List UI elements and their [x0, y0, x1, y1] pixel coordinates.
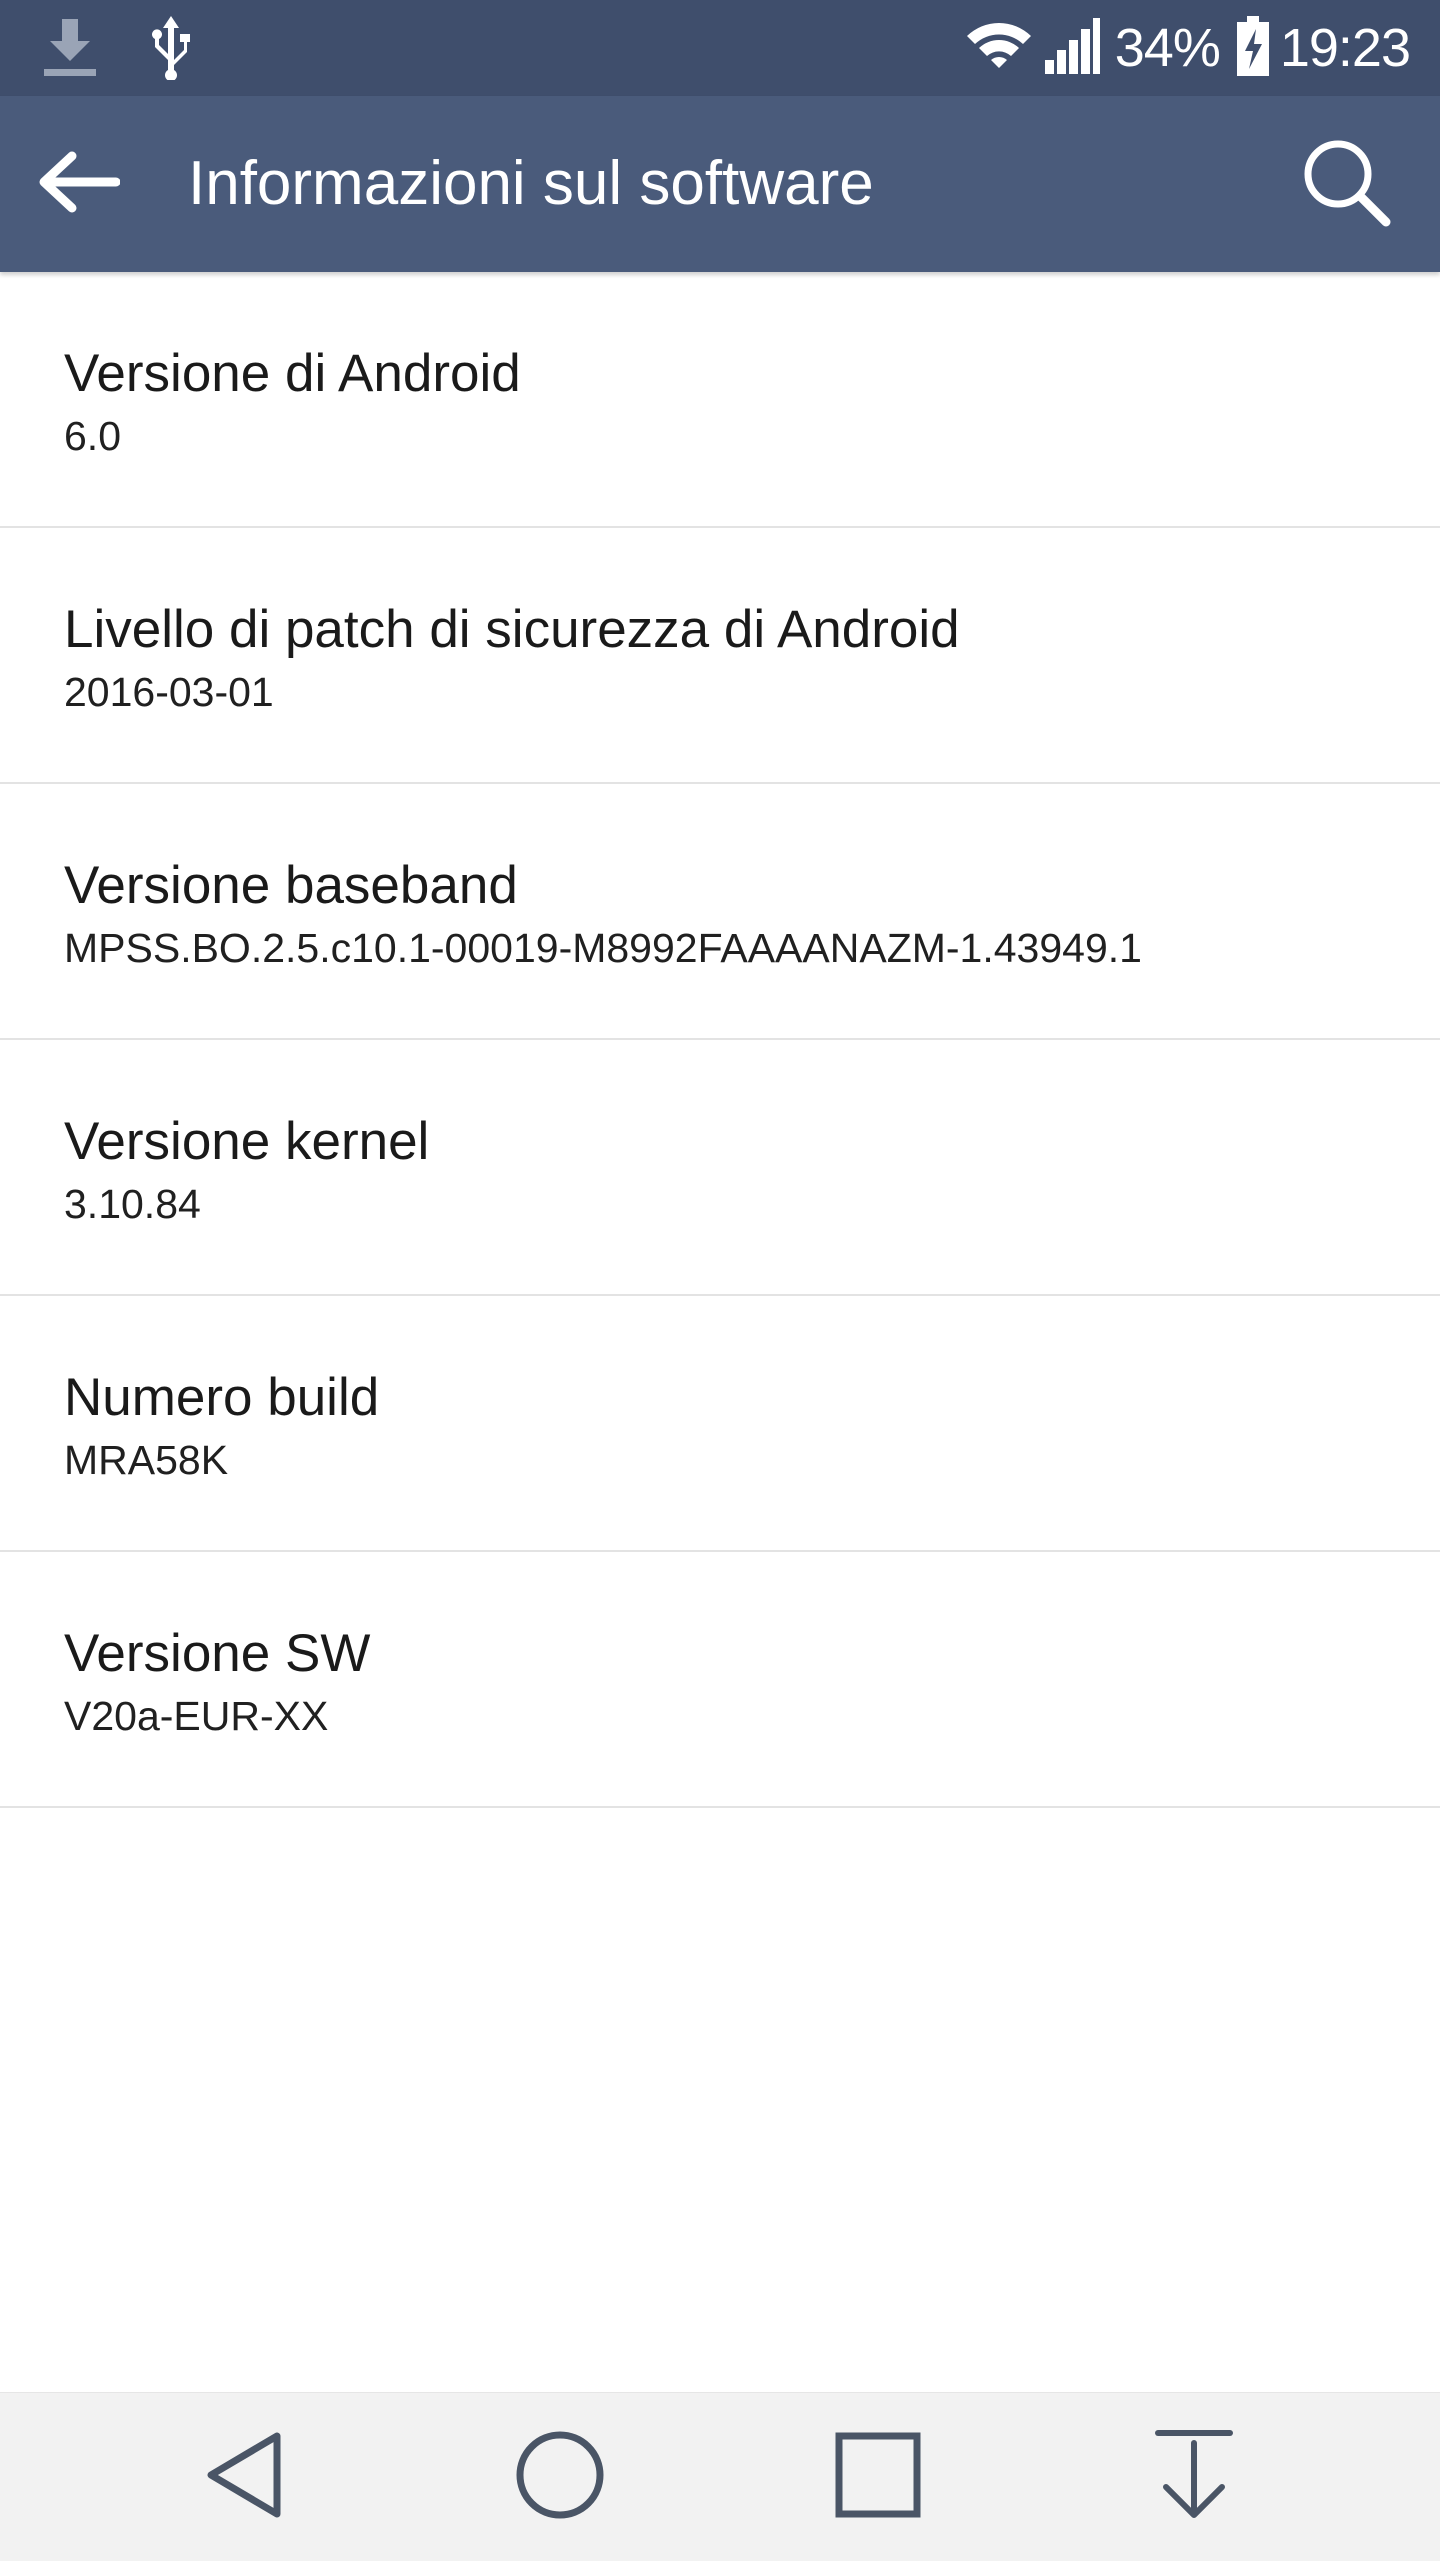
app-bar: Informazioni sul software [0, 96, 1440, 272]
list-item-security-patch[interactable]: Livello di patch di sicurezza di Android… [0, 528, 1440, 784]
search-button[interactable] [1292, 130, 1400, 238]
item-value: 2016-03-01 [64, 669, 274, 715]
list-item-baseband-version[interactable]: Versione baseband MPSS.BO.2.5.c10.1-0001… [0, 784, 1440, 1040]
list-item-sw-version[interactable]: Versione SW V20a-EUR-XX [0, 1552, 1440, 1808]
battery-charging-icon [1236, 15, 1270, 82]
battery-percent: 34% [1114, 18, 1221, 78]
item-title: Versione kernel [64, 1112, 430, 1171]
search-icon [1300, 136, 1392, 233]
clock: 19:23 [1279, 18, 1411, 78]
back-triangle-icon [199, 2428, 289, 2527]
usb-icon [148, 14, 194, 85]
item-title: Versione SW [64, 1624, 371, 1683]
item-value: 6.0 [64, 413, 121, 459]
status-left-icons [40, 14, 194, 85]
notification-pulldown-icon [1152, 2427, 1236, 2528]
nav-back-button[interactable] [180, 2413, 308, 2541]
item-title: Livello di patch di sicurezza di Android [64, 600, 960, 659]
item-value: MPSS.BO.2.5.c10.1-00019-M8992FAAAANAZM-1… [64, 925, 1142, 971]
list-item-kernel-version[interactable]: Versione kernel 3.10.84 [0, 1040, 1440, 1296]
item-title: Numero build [64, 1368, 380, 1427]
list-item-build-number[interactable]: Numero build MRA58K [0, 1296, 1440, 1552]
item-value: 3.10.84 [64, 1181, 201, 1227]
item-value: MRA58K [64, 1437, 229, 1483]
software-info-list: Versione di Android 6.0 Livello di patch… [0, 272, 1440, 1808]
nav-notification-button[interactable] [1130, 2413, 1258, 2541]
status-bar: 34% 19:23 [0, 0, 1440, 96]
arrow-left-icon [36, 150, 121, 219]
back-button[interactable] [26, 132, 130, 236]
recents-square-icon [833, 2430, 923, 2525]
item-value: V20a-EUR-XX [64, 1693, 329, 1739]
wifi-icon [965, 18, 1033, 79]
navigation-bar [0, 2392, 1440, 2561]
nav-home-button[interactable] [496, 2413, 624, 2541]
signal-icon [1043, 16, 1101, 81]
item-title: Versione baseband [64, 856, 518, 915]
list-item-android-version[interactable]: Versione di Android 6.0 [0, 272, 1440, 528]
item-title: Versione di Android [64, 344, 521, 403]
page-title: Informazioni sul software [188, 149, 874, 218]
status-right-icons: 34% 19:23 [965, 10, 1411, 86]
download-icon [40, 15, 100, 84]
home-circle-icon [514, 2429, 606, 2526]
nav-recents-button[interactable] [814, 2413, 942, 2541]
